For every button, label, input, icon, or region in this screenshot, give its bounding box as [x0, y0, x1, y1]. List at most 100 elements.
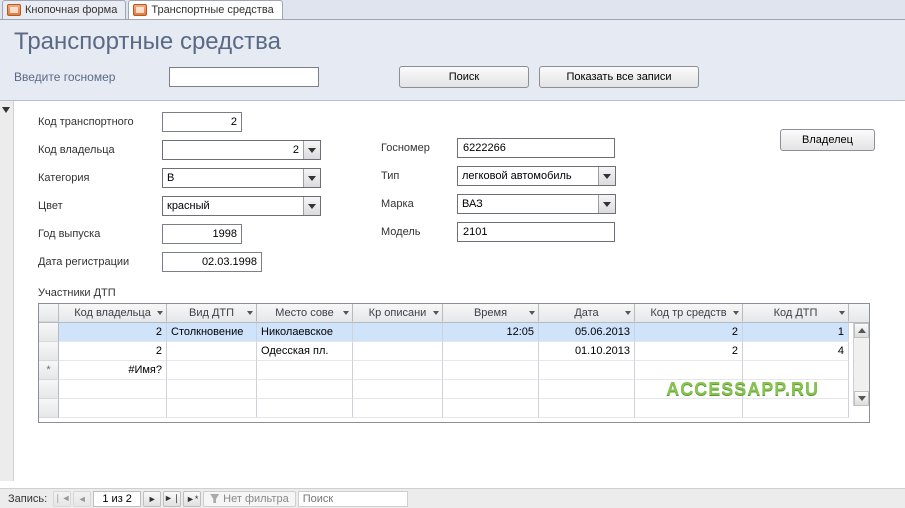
cell[interactable] [443, 342, 539, 361]
cell[interactable]: 1 [743, 323, 849, 342]
cell[interactable] [353, 342, 443, 361]
cell[interactable] [167, 361, 257, 380]
record-search-input[interactable] [298, 491, 408, 507]
chevron-down-icon[interactable] [343, 311, 349, 315]
cell[interactable]: 2 [635, 342, 743, 361]
brand-input[interactable] [458, 195, 598, 213]
record-selector-bar[interactable] [0, 101, 14, 481]
record-position-input[interactable] [93, 491, 141, 507]
col-time[interactable]: Время [443, 304, 539, 322]
filter-indicator[interactable]: Нет фильтра [203, 491, 296, 507]
color-input[interactable] [163, 197, 303, 215]
table-row[interactable]: 2 Столкновение Николаевское 12:05 05.06.… [39, 323, 869, 342]
year-label: Год выпуска [38, 228, 156, 240]
category-combo[interactable] [162, 168, 321, 188]
grid-body: 2 Столкновение Николаевское 12:05 05.06.… [39, 323, 869, 422]
cell[interactable]: 2 [59, 342, 167, 361]
filter-label: Нет фильтра [223, 493, 289, 505]
nav-prev-icon[interactable]: ◄ [73, 491, 91, 507]
cell[interactable]: Николаевское [257, 323, 353, 342]
chevron-down-icon[interactable] [303, 141, 320, 159]
nav-next-icon[interactable]: ► [143, 491, 161, 507]
search-button[interactable]: Поиск [399, 66, 529, 88]
color-label: Цвет [38, 200, 156, 212]
cell[interactable]: #Имя? [59, 361, 167, 380]
cell[interactable] [353, 361, 443, 380]
tab-button-form[interactable]: Кнопочная форма [2, 0, 126, 19]
cell[interactable]: Одесская пл. [257, 342, 353, 361]
chevron-down-icon[interactable] [598, 195, 615, 213]
cell[interactable]: Столкновение [167, 323, 257, 342]
regdate-input[interactable] [162, 252, 262, 272]
category-input[interactable] [163, 169, 303, 187]
tab-label: Транспортные средства [151, 4, 273, 16]
type-input[interactable] [458, 167, 598, 185]
chevron-down-icon[interactable] [303, 197, 320, 215]
cell[interactable]: 12:05 [443, 323, 539, 342]
cell[interactable]: 01.10.2013 [539, 342, 635, 361]
chevron-down-icon[interactable] [598, 167, 615, 185]
nav-first-icon[interactable]: ❘◄ [53, 491, 71, 507]
nav-new-icon[interactable]: ►* [183, 491, 201, 507]
cell[interactable] [257, 361, 353, 380]
cell[interactable]: 05.06.2013 [539, 323, 635, 342]
brand-label: Марка [381, 198, 451, 210]
col-date[interactable]: Дата [539, 304, 635, 322]
color-combo[interactable] [162, 196, 321, 216]
owner-button[interactable]: Владелец [780, 129, 875, 151]
owner-code-label: Код владельца [38, 144, 156, 156]
form-icon [7, 4, 21, 16]
model-value[interactable]: 2101 [457, 222, 615, 242]
table-row[interactable]: 2 Одесская пл. 01.10.2013 2 4 [39, 342, 869, 361]
new-row-icon[interactable]: * [39, 361, 59, 380]
gosnomer-value[interactable]: 6222266 [457, 138, 615, 158]
cell[interactable]: 4 [743, 342, 849, 361]
col-place[interactable]: Место сове [257, 304, 353, 322]
col-dtpcode[interactable]: Код ДТП [743, 304, 849, 322]
chevron-down-icon[interactable] [433, 311, 439, 315]
row-selector[interactable] [39, 342, 59, 361]
scroll-down-icon[interactable] [854, 391, 869, 406]
cell[interactable]: 2 [635, 323, 743, 342]
row-selector[interactable] [39, 323, 59, 342]
cell[interactable] [743, 361, 849, 380]
detail-area: Владелец Код транспортного Код владельца… [0, 101, 905, 481]
col-owner[interactable]: Код владельца [59, 304, 167, 322]
tabbar: Кнопочная форма Транспортные средства [0, 0, 905, 20]
scroll-up-icon[interactable] [854, 323, 869, 338]
col-desc[interactable]: Кр описани [353, 304, 443, 322]
type-combo[interactable] [457, 166, 616, 186]
vehicle-code-input[interactable] [162, 112, 242, 132]
vertical-scrollbar[interactable] [853, 323, 869, 406]
chevron-down-icon[interactable] [529, 311, 535, 315]
cell[interactable] [539, 361, 635, 380]
chevron-down-icon[interactable] [157, 311, 163, 315]
model-label: Модель [381, 226, 451, 238]
table-row-new[interactable]: * #Имя? [39, 361, 869, 380]
show-all-button[interactable]: Показать все записи [539, 66, 699, 88]
year-input[interactable] [162, 224, 242, 244]
nav-last-icon[interactable]: ►❘ [163, 491, 181, 507]
cell[interactable] [443, 361, 539, 380]
cell[interactable]: 2 [59, 323, 167, 342]
page-title: Транспортные средства [14, 28, 891, 56]
tab-vehicles[interactable]: Транспортные средства [128, 0, 282, 19]
col-kind[interactable]: Вид ДТП [167, 304, 257, 322]
tab-label: Кнопочная форма [25, 4, 117, 16]
chevron-down-icon[interactable] [303, 169, 320, 187]
gosnomer-search-input[interactable] [169, 67, 319, 87]
brand-combo[interactable] [457, 194, 616, 214]
cell[interactable] [167, 342, 257, 361]
gosnomer-label: Госномер [381, 142, 451, 154]
chevron-down-icon[interactable] [733, 311, 739, 315]
chevron-down-icon[interactable] [839, 311, 845, 315]
cell[interactable] [353, 323, 443, 342]
col-vehcode[interactable]: Код тр средств [635, 304, 743, 322]
chevron-down-icon[interactable] [625, 311, 631, 315]
watermark: ACCESSAPP.RU [666, 379, 819, 400]
owner-code-combo[interactable] [162, 140, 321, 160]
cell[interactable] [635, 361, 743, 380]
owner-code-input[interactable] [163, 141, 303, 159]
chevron-down-icon[interactable] [247, 311, 253, 315]
select-all-cell[interactable] [39, 304, 59, 322]
